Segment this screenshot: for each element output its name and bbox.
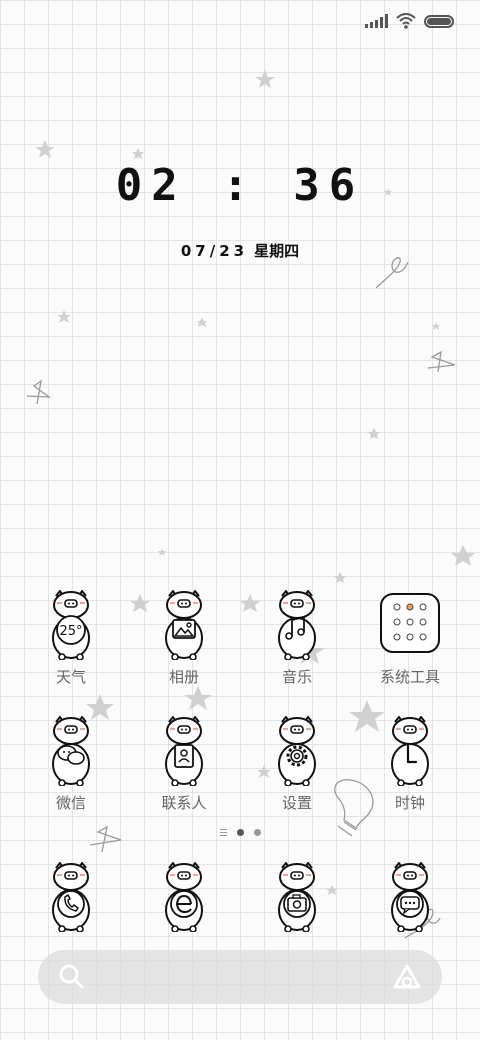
battery-level	[427, 17, 451, 25]
weather-icon: 25°	[52, 590, 90, 660]
dock-messages[interactable]	[355, 862, 465, 932]
music-icon	[278, 590, 316, 660]
weekday-text: 星期四	[254, 242, 300, 260]
swirl-doodle	[375, 257, 409, 289]
app-label: 联系人	[161, 794, 207, 812]
star-doodle	[255, 70, 275, 88]
page-indicator[interactable]	[0, 829, 480, 836]
page-dot-active[interactable]	[236, 829, 244, 836]
app-music[interactable]: 音乐	[242, 590, 352, 687]
star-doodle	[35, 140, 55, 158]
camera-icon	[278, 862, 316, 932]
app-label: 天气	[55, 668, 86, 686]
browser-icon	[165, 862, 203, 932]
star-doodle	[184, 686, 212, 710]
weather-temp: 25°	[59, 624, 82, 639]
star-doodle	[57, 310, 71, 323]
app-gallery[interactable]: 相册	[129, 590, 239, 687]
clock-icon	[391, 716, 429, 786]
star-outline-doodle	[26, 379, 52, 405]
star-doodle	[132, 148, 144, 159]
star-doodle	[368, 428, 380, 439]
page-list-icon[interactable]	[219, 829, 227, 836]
app-settings[interactable]: 设置	[242, 716, 352, 813]
app-label: 时钟	[394, 794, 425, 812]
folder-label: 系统工具	[379, 668, 440, 686]
clock-time[interactable]: 02 : 36	[0, 160, 480, 211]
settings-icon	[278, 716, 316, 786]
star-doodle	[158, 548, 166, 556]
app-label: 音乐	[281, 668, 312, 686]
app-label: 微信	[55, 794, 86, 812]
star-doodle	[451, 545, 475, 566]
gallery-icon	[165, 590, 203, 660]
search-bar[interactable]	[38, 950, 442, 1004]
dock-camera[interactable]	[242, 862, 352, 932]
date-text: 07/23	[180, 242, 249, 260]
app-wechat[interactable]: 微信	[16, 716, 126, 813]
status-bar	[365, 10, 454, 32]
dock-browser[interactable]	[129, 862, 239, 932]
star-outline-doodle	[427, 350, 456, 373]
messages-icon	[391, 862, 429, 932]
signal-icon	[365, 14, 388, 28]
app-contacts[interactable]: 联系人	[129, 716, 239, 813]
app-weather[interactable]: 25° 天气	[16, 590, 126, 687]
page-dot[interactable]	[253, 829, 261, 836]
app-clock[interactable]: 时钟	[355, 716, 465, 813]
star-doodle	[432, 322, 440, 330]
assistant-icon[interactable]	[392, 963, 422, 991]
star-doodle	[197, 318, 207, 327]
dock-phone[interactable]	[16, 862, 126, 932]
battery-icon	[424, 14, 454, 28]
app-label: 设置	[281, 794, 312, 812]
folder-system-tools[interactable]: 系统工具	[355, 590, 465, 687]
search-icon[interactable]	[58, 963, 86, 991]
app-label: 相册	[168, 668, 199, 686]
system-tools-folder-icon	[380, 593, 440, 653]
star-doodle	[334, 572, 346, 583]
phone-icon	[52, 862, 90, 932]
contacts-icon	[165, 716, 203, 786]
clock-date: 07/23 星期四	[0, 240, 480, 261]
wechat-icon	[52, 716, 90, 786]
wifi-icon	[396, 13, 416, 29]
